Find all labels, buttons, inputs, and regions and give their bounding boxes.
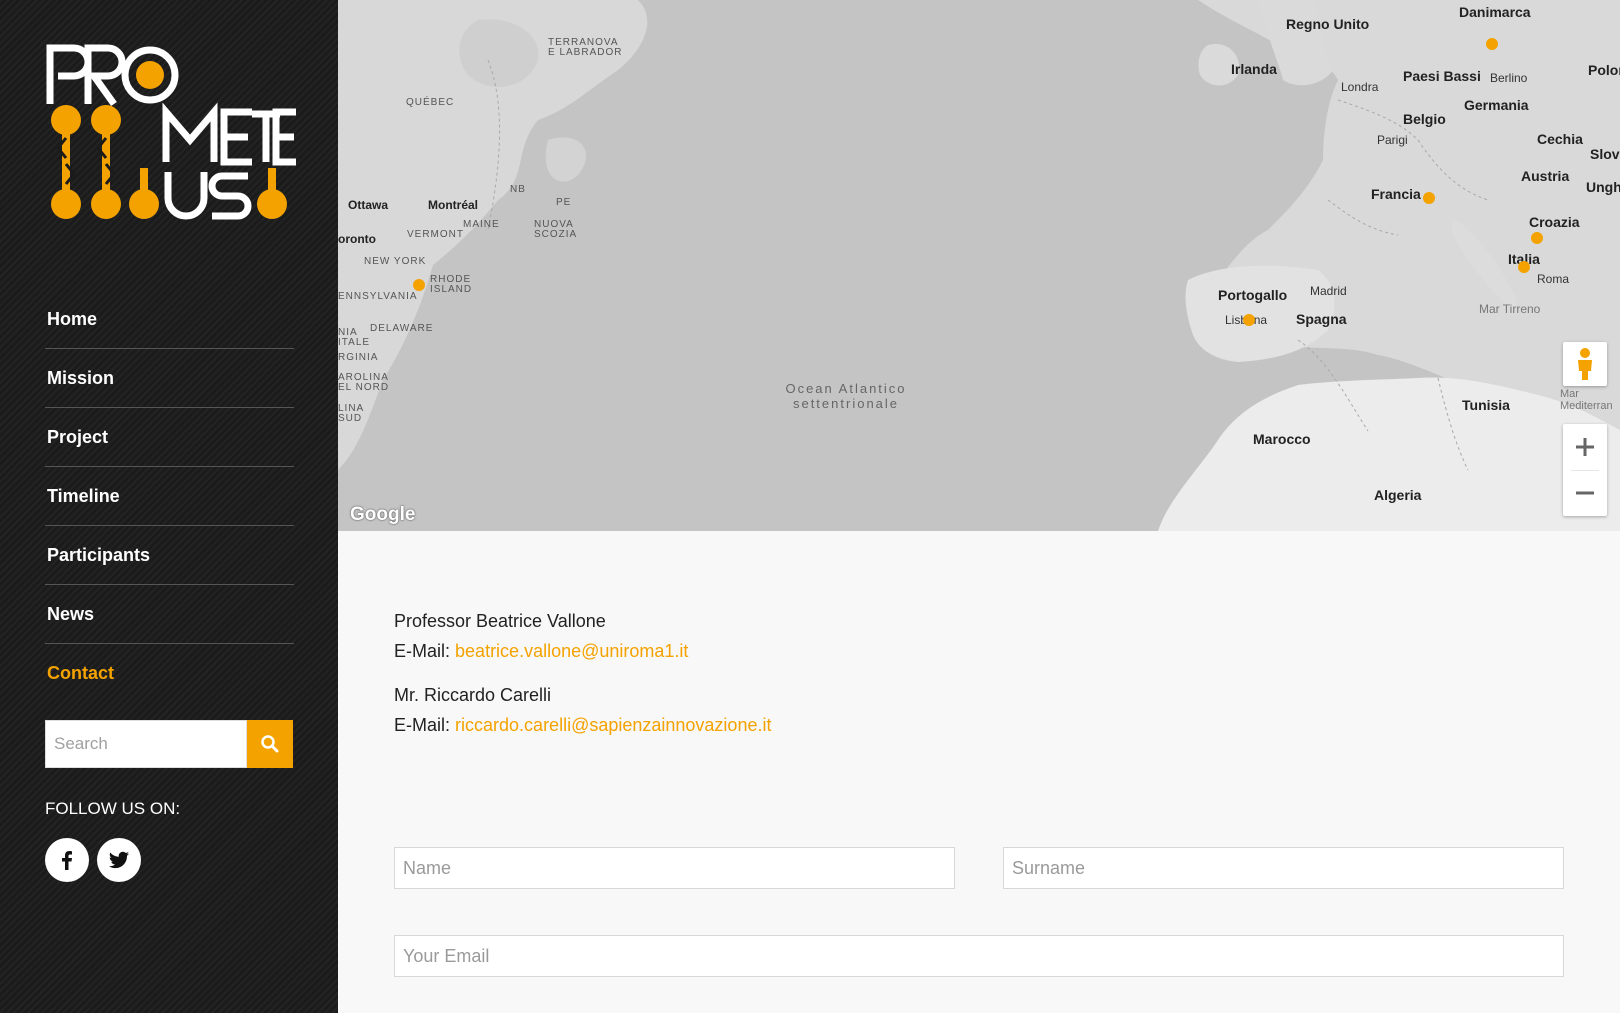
map-marker[interactable] <box>1423 192 1435 204</box>
map-label-country: Portogallo <box>1218 287 1288 303</box>
map-label-country: Croazia <box>1529 214 1580 230</box>
map-label-country: Slov <box>1590 146 1620 162</box>
zoom-out-button[interactable] <box>1563 470 1607 516</box>
search-button[interactable] <box>247 720 293 768</box>
map-label-city: Ottawa <box>348 198 389 212</box>
map-label-country: Tunisia <box>1462 397 1510 413</box>
map-label-country: Danimarca <box>1459 4 1531 20</box>
twitter-link[interactable] <box>97 838 141 882</box>
map-label-city: Londra <box>1341 80 1379 94</box>
map-label-region: SUD <box>338 413 363 424</box>
map-label-country: Paesi Bassi <box>1403 68 1481 84</box>
zoom-in-button[interactable] <box>1563 424 1607 470</box>
nav-item-label: Participants <box>47 545 151 565</box>
map-marker[interactable] <box>1518 261 1530 273</box>
search-box <box>45 720 293 768</box>
search-icon <box>261 735 279 753</box>
map-label-country: Spagna <box>1296 311 1347 327</box>
map-label-country: Belgio <box>1403 111 1446 127</box>
map-label-country: Cechia <box>1537 131 1583 147</box>
map-label-city: Montréal <box>428 198 479 212</box>
nav-item-project[interactable]: Project <box>45 408 294 467</box>
map[interactable]: Danimarca Regno Unito Irlanda Polon Lond… <box>338 0 1620 531</box>
map-label-country: Francia <box>1371 186 1421 202</box>
map-marker[interactable] <box>1243 314 1255 326</box>
plus-icon <box>1576 438 1594 456</box>
zoom-control <box>1563 424 1607 516</box>
map-label-sea: Mar Tirreno <box>1479 302 1541 316</box>
map-label-region: EL NORD <box>338 382 390 393</box>
map-label-city: Parigi <box>1377 133 1408 147</box>
map-label-country: Austria <box>1521 168 1570 184</box>
map-label-region: ENNSYLVANIA <box>338 291 418 302</box>
map-label-country: Algeria <box>1374 487 1422 503</box>
name-field[interactable] <box>394 847 955 889</box>
map-label-region: NB <box>510 184 526 195</box>
map-label-region: MAINE <box>463 219 500 230</box>
nav-item-label: Contact <box>47 663 114 683</box>
email-label: E-Mail: <box>394 715 451 735</box>
map-marker[interactable] <box>413 279 425 291</box>
map-label-region: SCOZIA <box>534 229 578 240</box>
map-label-country: Regno Unito <box>1286 16 1370 32</box>
contact-block: Mr. Riccardo Carelli E-Mail: riccardo.ca… <box>394 680 771 740</box>
nav-item-participants[interactable]: Participants <box>45 526 294 585</box>
map-label-region: PE <box>556 197 572 208</box>
email-label: E-Mail: <box>394 641 451 661</box>
map-label-region: ITALE <box>338 337 371 348</box>
map-label-country: Ungh <box>1586 179 1620 195</box>
sidebar: Home Mission Project Timeline Participan… <box>0 0 338 1013</box>
map-label-country: Irlanda <box>1231 61 1277 77</box>
google-attribution[interactable]: Google <box>350 504 415 526</box>
map-label-sea: Mar Mediterran <box>1560 388 1613 412</box>
prometeus-logo[interactable] <box>44 42 296 232</box>
nav-item-label: Timeline <box>47 486 120 506</box>
street-view-pegman[interactable] <box>1563 342 1607 386</box>
map-label-country: Germania <box>1464 97 1529 113</box>
facebook-link[interactable] <box>45 838 89 882</box>
map-label-region: VERMONT <box>407 229 464 240</box>
map-label-city: oronto <box>338 232 376 246</box>
map-label-region: ISLAND <box>430 284 473 295</box>
map-label-ocean: settentrionale <box>792 396 900 411</box>
map-marker[interactable] <box>1531 232 1543 244</box>
nav-item-timeline[interactable]: Timeline <box>45 467 294 526</box>
email-link[interactable]: riccardo.carelli@sapienzainnovazione.it <box>455 715 771 735</box>
twitter-icon <box>108 851 130 869</box>
nav-item-news[interactable]: News <box>45 585 294 644</box>
map-label-region: RGINIA <box>338 352 379 363</box>
nav-item-contact[interactable]: Contact <box>45 644 294 702</box>
follow-us-label: FOLLOW US ON: <box>45 799 181 818</box>
nav-item-label: News <box>47 604 95 624</box>
nav-item-home[interactable]: Home <box>45 290 294 349</box>
map-label-city: Madrid <box>1310 284 1347 298</box>
main-nav: Home Mission Project Timeline Participan… <box>45 290 294 702</box>
map-label-region: QUÉBEC <box>406 97 455 108</box>
facebook-icon <box>62 851 72 870</box>
contact-info: Professor Beatrice Vallone E-Mail: beatr… <box>394 606 771 754</box>
pegman-icon <box>1578 348 1592 380</box>
map-label-region: E LABRADOR <box>548 47 623 58</box>
nav-item-mission[interactable]: Mission <box>45 349 294 408</box>
contact-name: Professor Beatrice Vallone <box>394 611 606 631</box>
contact-block: Professor Beatrice Vallone E-Mail: beatr… <box>394 606 771 666</box>
map-label-region: DELAWARE <box>370 323 434 334</box>
email-link[interactable]: beatrice.vallone@uniroma1.it <box>455 641 688 661</box>
map-marker[interactable] <box>1486 38 1498 50</box>
map-label-country: Marocco <box>1253 431 1311 447</box>
map-label-city: Berlino <box>1490 71 1528 85</box>
map-label-ocean: Ocean Atlantico <box>785 381 907 396</box>
search-input[interactable] <box>45 720 247 768</box>
nav-item-label: Project <box>47 427 109 447</box>
surname-field[interactable] <box>1003 847 1564 889</box>
contact-name: Mr. Riccardo Carelli <box>394 685 552 705</box>
map-label-region: NEW YORK <box>364 256 427 267</box>
nav-item-label: Home <box>47 309 98 329</box>
nav-item-label: Mission <box>47 368 115 388</box>
map-label-city: Roma <box>1537 272 1570 286</box>
map-label-country: Polon <box>1588 62 1620 78</box>
minus-icon <box>1576 491 1594 495</box>
email-field[interactable] <box>394 935 1564 977</box>
